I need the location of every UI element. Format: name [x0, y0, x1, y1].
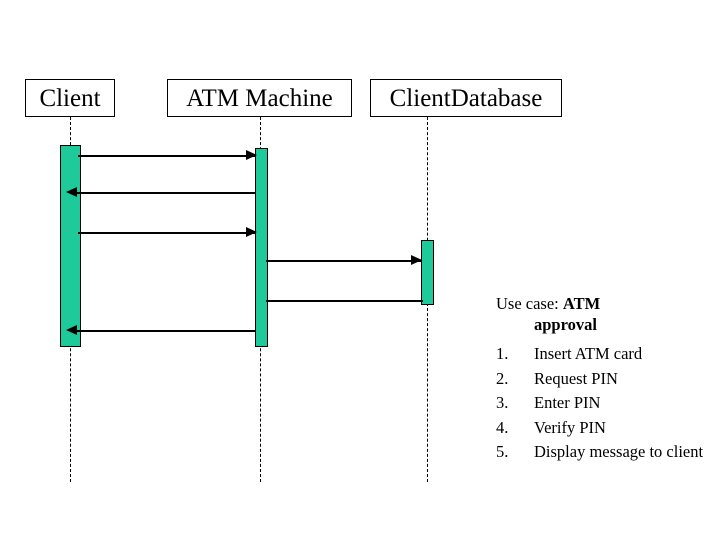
legend-step-number: 1. — [496, 344, 509, 363]
legend-step-text: Insert ATM card — [534, 344, 643, 363]
legend-step-text: Enter PIN — [534, 393, 601, 412]
legend-step-number: 2. — [496, 369, 509, 388]
legend-step-text: Display message to client — [534, 442, 704, 461]
legend-step-number: 4. — [496, 418, 509, 437]
legend-title-line1: Use case: ATM — [496, 294, 600, 314]
legend-title-emphasis: ATM — [562, 294, 601, 313]
legend-step-text: Verify PIN — [534, 418, 606, 437]
legend-title-lead: Use case: — [496, 294, 559, 313]
use-case-legend: Use case: ATM approval 1. Insert ATM car… — [0, 0, 720, 540]
legend-step-number: 3. — [496, 393, 509, 412]
legend-title-line2: approval — [534, 315, 597, 334]
sequence-diagram-canvas: Client ATM Machine ClientDatabase Use ca… — [0, 0, 720, 540]
legend-step-text: Request PIN — [534, 369, 618, 388]
legend-step-number: 5. — [496, 442, 509, 461]
